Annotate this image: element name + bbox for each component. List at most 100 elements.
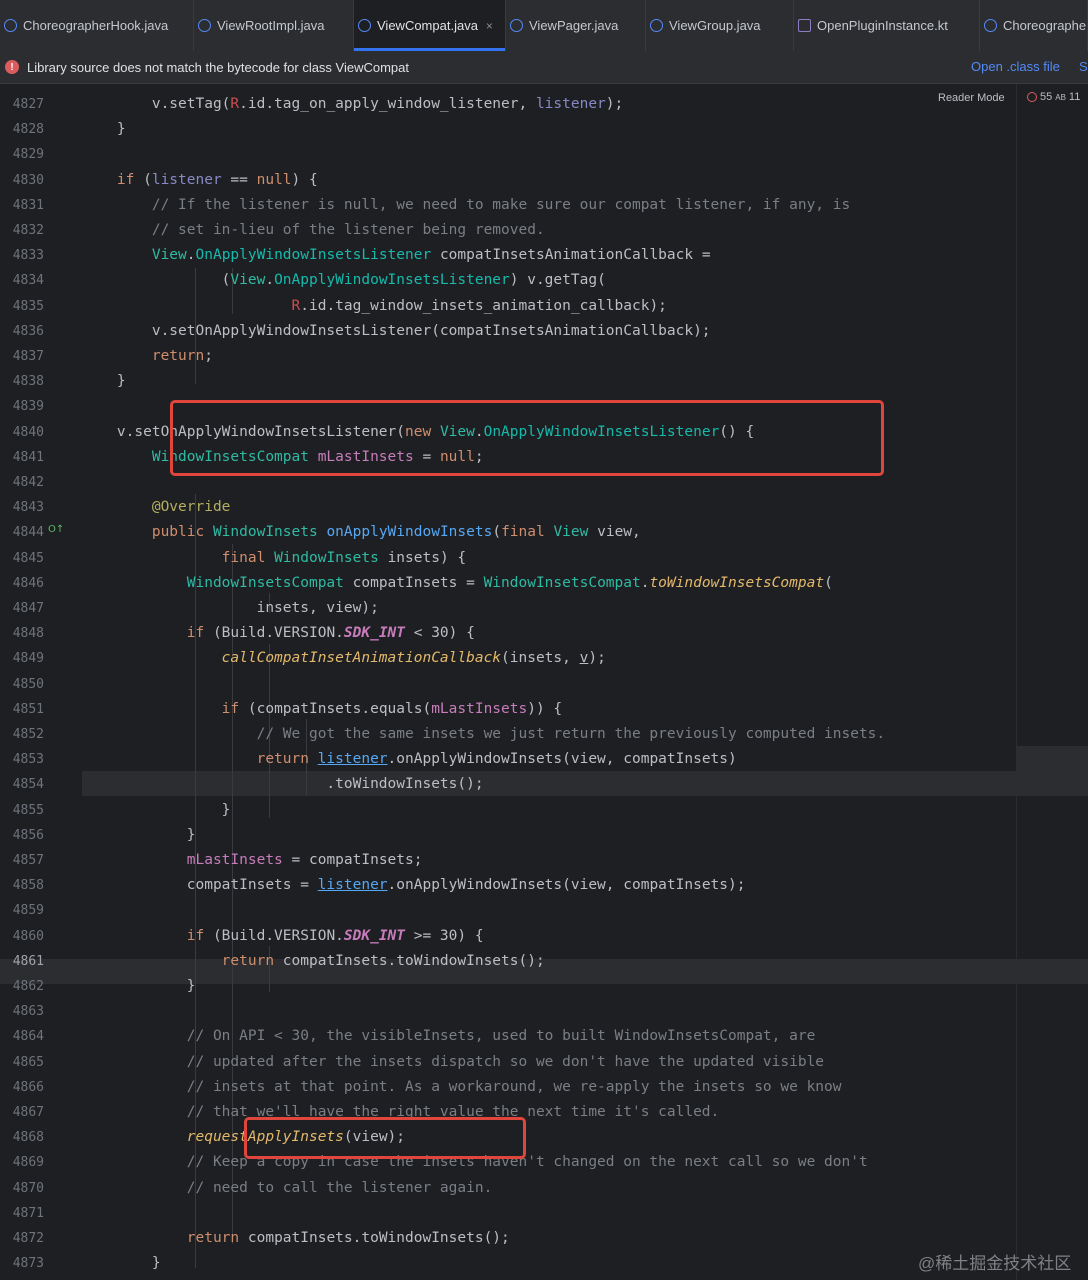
tab-choreographe[interactable]: Choreographe — [980, 0, 1088, 51]
code-token: OnApplyWindowInsetsListener — [274, 272, 510, 289]
code-text[interactable]: if (Build.VERSION.SDK_INT < 30) { — [82, 621, 475, 646]
code-token: WindowInsets — [274, 549, 388, 566]
code-token: listener — [317, 877, 388, 894]
code-text[interactable]: public WindowInsets onApplyWindowInsets(… — [82, 520, 641, 545]
code-text[interactable]: // need to call the listener again. — [82, 1176, 493, 1201]
code-text[interactable]: compatInsets = listener.onApplyWindowIns… — [82, 873, 746, 898]
java-class-icon — [510, 19, 523, 32]
code-line: 4833 View.OnApplyWindowInsetsListener co… — [0, 243, 1088, 268]
editor-tab-bar: ChoreographerHook.java ViewRootImpl.java V… — [0, 0, 1088, 52]
line-number: 4860 — [12, 928, 44, 944]
code-editor[interactable]: 4827 v.setTag(R.id.tag_on_apply_window_l… — [0, 84, 1088, 1280]
open-class-file-link[interactable]: Open .class file — [971, 59, 1060, 74]
line-number: 4854 — [12, 777, 44, 793]
code-text[interactable]: WindowInsetsCompat compatInsets = Window… — [82, 571, 833, 596]
code-line: 4831 // If the listener is null, we need… — [0, 193, 1088, 218]
code-token: (Build.VERSION. — [212, 927, 344, 944]
tab-viewgroup-java[interactable]: ViewGroup.java — [646, 0, 794, 51]
code-text[interactable]: mLastInsets = compatInsets; — [82, 848, 423, 873]
truncated-action-link[interactable]: S — [1079, 59, 1088, 74]
code-text[interactable]: // We got the same insets we just return… — [82, 722, 886, 747]
line-number: 4832 — [12, 223, 44, 238]
code-text[interactable]: return listener.onApplyWindowInsets(view… — [82, 747, 737, 772]
code-text[interactable]: v.setTag(R.id.tag_on_apply_window_listen… — [82, 92, 623, 117]
code-text[interactable]: R.id.tag_window_insets_animation_callbac… — [82, 294, 667, 319]
code-token: insets) { — [387, 549, 467, 566]
inspection-widget[interactable]: 55 AB 11 — [1027, 91, 1080, 103]
warning-message: Library source does not match the byteco… — [27, 59, 410, 75]
code-token: )) { — [527, 700, 563, 717]
code-token: >= 30) { — [405, 927, 484, 944]
tab-choreographerhook-java[interactable]: ChoreographerHook.java — [0, 0, 194, 51]
code-text[interactable]: return; — [82, 344, 213, 369]
code-text[interactable]: .toWindowInsets(); — [82, 772, 483, 797]
code-token: if — [82, 700, 248, 717]
tab-label: ViewGroup.java — [669, 18, 761, 33]
code-text[interactable]: // On API < 30, the visibleInsets, used … — [82, 1024, 816, 1049]
code-text[interactable]: // set in-lieu of the listener being rem… — [82, 218, 545, 243]
code-text[interactable]: final WindowInsets insets) { — [82, 546, 466, 571]
close-icon[interactable]: × — [486, 19, 493, 33]
code-line: 4844 public WindowInsets onApplyWindowIn… — [0, 520, 1088, 545]
code-token: .id.tag_window_insets_animation_callback… — [300, 297, 667, 314]
code-text[interactable]: // If the listener is null, we need to m… — [82, 193, 850, 218]
tab-label: ViewRootImpl.java — [217, 18, 325, 33]
reader-mode-toggle[interactable]: Reader Mode — [938, 92, 1005, 104]
override-marker-icon[interactable]: O↑ — [48, 524, 64, 535]
code-text[interactable]: View.OnApplyWindowInsetsListener compatI… — [82, 243, 711, 268]
code-line: 4843 @Override — [0, 495, 1088, 520]
tab-viewcompat-java[interactable]: ViewCompat.java × — [354, 0, 506, 51]
line-number: 4859 — [12, 903, 44, 919]
code-line: 4838 } — [0, 369, 1088, 394]
code-text[interactable]: } — [82, 1251, 161, 1276]
line-number: 4845 — [12, 550, 44, 566]
code-token: .onApplyWindowInsets(view, compatInsets) — [387, 751, 737, 768]
code-text[interactable]: insets, view); — [82, 596, 379, 621]
code-text[interactable]: // insets at that point. As a workaround… — [82, 1075, 842, 1100]
code-text[interactable]: if (compatInsets.equals(mLastInsets)) { — [82, 697, 562, 722]
line-number: 4853 — [12, 752, 44, 768]
code-text[interactable]: if (Build.VERSION.SDK_INT >= 30) { — [82, 924, 484, 949]
code-line: 4869 // Keep a copy in case the insets h… — [0, 1150, 1088, 1175]
code-token: compatInsets.toWindowInsets(); — [282, 952, 545, 969]
line-number: 4861 — [12, 953, 44, 969]
line-number: 4838 — [12, 374, 44, 390]
code-token: return — [82, 1230, 248, 1246]
code-text[interactable]: } — [82, 974, 196, 999]
code-token: return — [82, 751, 318, 768]
tab-viewrootimpl-java[interactable]: ViewRootImpl.java — [194, 0, 354, 51]
code-token: v.setTag( — [82, 96, 231, 112]
code-token: (Build.VERSION. — [212, 625, 344, 642]
code-line: 4836 v.setOnApplyWindowInsetsListener(co… — [0, 319, 1088, 344]
code-line: 4855 } — [0, 798, 1088, 823]
tab-viewpager-java[interactable]: ViewPager.java — [506, 0, 646, 51]
code-token: if — [82, 625, 213, 642]
code-token: ( — [143, 171, 152, 188]
line-number: 4833 — [12, 248, 44, 264]
code-text[interactable]: // updated after the insets dispatch so … — [82, 1050, 824, 1075]
code-line: 4866 // insets at that point. As a worka… — [0, 1075, 1088, 1100]
tab-openplugininstance-kt[interactable]: OpenPluginInstance.kt — [794, 0, 980, 51]
code-line: 4828 } — [0, 117, 1088, 142]
code-text[interactable]: return compatInsets.toWindowInsets(); — [82, 949, 545, 974]
code-text[interactable]: (View.OnApplyWindowInsetsListener) v.get… — [82, 268, 606, 293]
line-number: 4847 — [12, 601, 44, 616]
code-token: v.setOnApplyWindowInsetsListener(compatI… — [82, 322, 711, 339]
code-token: // updated after the insets dispatch so … — [82, 1053, 825, 1070]
code-text[interactable]: callCompatInsetAnimationCallback(insets,… — [82, 646, 606, 671]
tab-label: ChoreographerHook.java — [23, 18, 169, 33]
code-text[interactable]: if (listener == null) { — [82, 168, 318, 193]
code-text[interactable]: @Override — [82, 495, 231, 520]
code-token: ( — [82, 272, 231, 289]
code-text[interactable]: } — [82, 823, 196, 848]
tab-label: ViewCompat.java — [377, 18, 478, 33]
code-text[interactable]: } — [82, 117, 126, 142]
code-text[interactable]: } — [82, 369, 126, 394]
code-token: } — [82, 826, 196, 843]
line-number: 4862 — [12, 979, 44, 994]
line-number: 4858 — [12, 878, 44, 894]
code-text[interactable]: } — [82, 798, 231, 823]
code-line: 4859 — [0, 898, 1088, 923]
code-text[interactable]: return compatInsets.toWindowInsets(); — [82, 1226, 510, 1251]
code-text[interactable]: v.setOnApplyWindowInsetsListener(compatI… — [82, 319, 711, 344]
